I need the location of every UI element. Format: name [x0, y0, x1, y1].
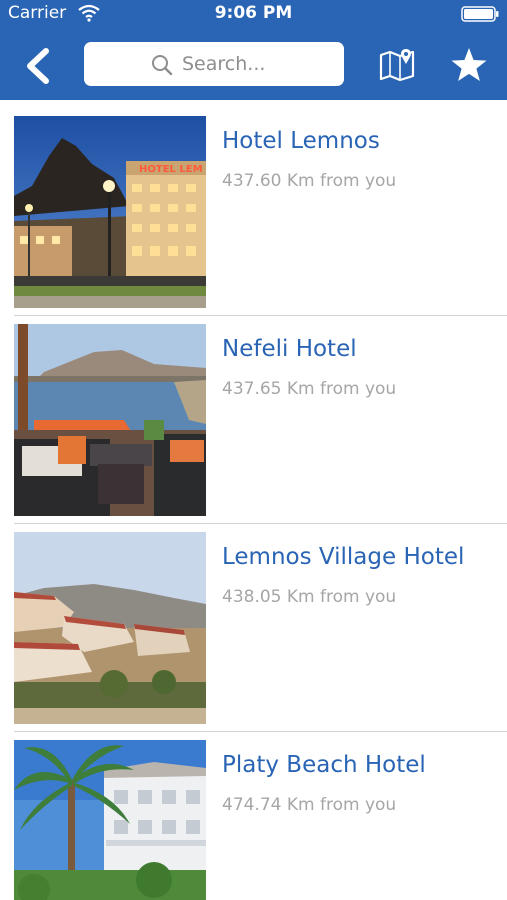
search-bar[interactable] — [84, 42, 344, 86]
hotel-list-item[interactable]: Platy Beach Hotel 474.74 Km from you — [0, 724, 507, 900]
hotel-list-item[interactable]: Nefeli Hotel 437.65 Km from you — [0, 308, 507, 516]
hotel-list-item[interactable]: Lemnos Village Hotel 438.05 Km from you — [0, 516, 507, 724]
hotel-list-item[interactable]: HOTEL LEM Hotel Lemnos 437.60 Km from yo… — [0, 100, 507, 308]
map-button[interactable] — [378, 46, 416, 82]
hotel-distance: 438.05 Km from you — [222, 587, 397, 607]
hotel-photo: HOTEL LEM — [14, 116, 206, 308]
status-bar: Carrier 9:06 PM — [0, 0, 507, 28]
hotel-photo — [14, 740, 206, 900]
clock: 9:06 PM — [214, 3, 293, 23]
hotel-name: Platy Beach Hotel — [222, 752, 426, 778]
hotel-list: HOTEL LEM Hotel Lemnos 437.60 Km from yo… — [0, 100, 507, 900]
hotel-distance: 474.74 Km from you — [222, 795, 397, 815]
search-icon — [152, 55, 173, 76]
search-input[interactable] — [182, 49, 332, 79]
svg-text:HOTEL LEM: HOTEL LEM — [139, 164, 203, 175]
hotel-photo — [14, 324, 206, 516]
hotel-name: Lemnos Village Hotel — [222, 544, 465, 570]
hotel-photo — [14, 532, 206, 724]
back-button[interactable] — [20, 46, 54, 86]
hotel-name: Hotel Lemnos — [222, 128, 380, 154]
hotel-distance: 437.60 Km from you — [222, 171, 397, 191]
battery-icon — [461, 6, 499, 22]
hotel-distance: 437.65 Km from you — [222, 379, 397, 399]
hotel-name: Nefeli Hotel — [222, 336, 357, 362]
favorites-button[interactable] — [450, 46, 488, 84]
navigation-bar: Carrier 9:06 PM — [0, 0, 507, 100]
